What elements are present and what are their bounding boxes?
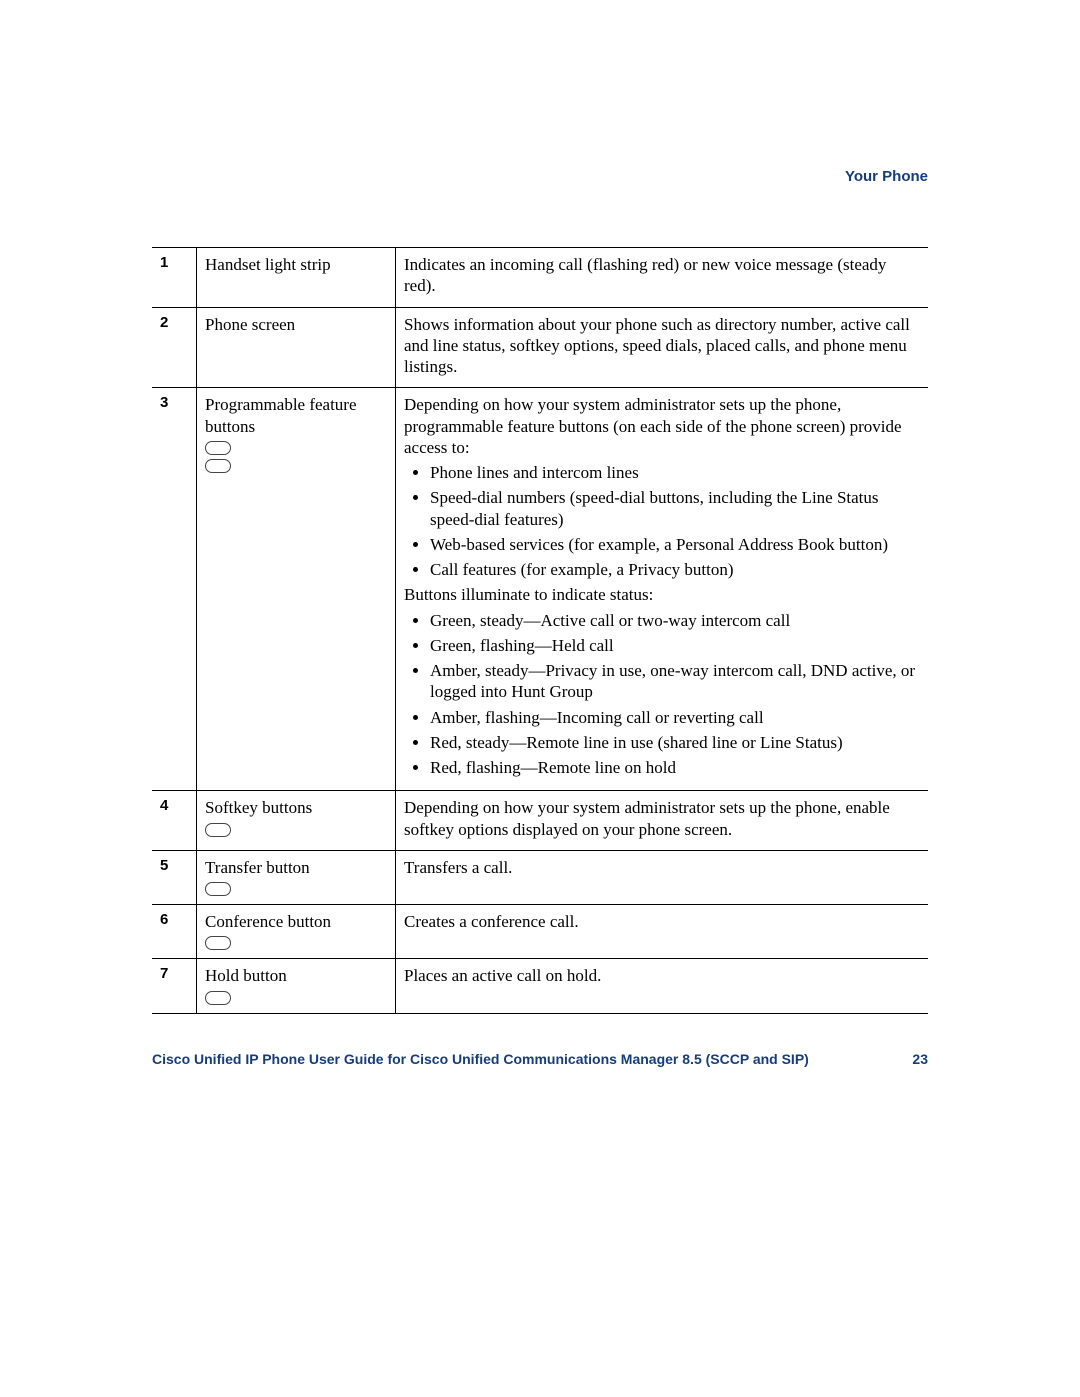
- row-number: 2: [152, 307, 197, 388]
- footer-page-number: 23: [912, 1051, 928, 1067]
- button-pill-icon: [205, 823, 231, 837]
- button-pill-icon: [205, 936, 231, 950]
- table-row: 7Hold buttonPlaces an active call on hol…: [152, 959, 928, 1013]
- table-row: 5Transfer buttonTransfers a call.: [152, 850, 928, 904]
- row-number: 1: [152, 248, 197, 308]
- row-feature-name: Hold button: [197, 959, 396, 1013]
- button-pill-icon: [205, 459, 231, 473]
- row-feature-name: Softkey buttons: [197, 791, 396, 851]
- row-feature-name: Conference button: [197, 905, 396, 959]
- row-description: Depending on how your system administrat…: [396, 388, 929, 791]
- row-description: Depending on how your system administrat…: [396, 791, 929, 851]
- footer-title: Cisco Unified IP Phone User Guide for Ci…: [152, 1051, 809, 1067]
- row-feature-name: Programmable feature buttons: [197, 388, 396, 791]
- list-item: Call features (for example, a Privacy bu…: [430, 559, 920, 580]
- row-number: 3: [152, 388, 197, 791]
- row-number: 6: [152, 905, 197, 959]
- row-feature-name: Handset light strip: [197, 248, 396, 308]
- list-item: Speed-dial numbers (speed-dial buttons, …: [430, 487, 920, 530]
- page-footer: Cisco Unified IP Phone User Guide for Ci…: [152, 1051, 928, 1067]
- list-item: Amber, steady—Privacy in use, one-way in…: [430, 660, 920, 703]
- row-description: Creates a conference call.: [396, 905, 929, 959]
- list-item: Green, flashing—Held call: [430, 635, 920, 656]
- table-row: 1Handset light stripIndicates an incomin…: [152, 248, 928, 308]
- row-feature-name: Transfer button: [197, 850, 396, 904]
- list-item: Web-based services (for example, a Perso…: [430, 534, 920, 555]
- row-description: Places an active call on hold.: [396, 959, 929, 1013]
- section-header: Your Phone: [845, 168, 928, 185]
- row-description: Indicates an incoming call (flashing red…: [396, 248, 929, 308]
- row-feature-name: Phone screen: [197, 307, 396, 388]
- row-number: 4: [152, 791, 197, 851]
- row-number: 5: [152, 850, 197, 904]
- feature-table: 1Handset light stripIndicates an incomin…: [152, 247, 928, 1014]
- button-pill-icon: [205, 441, 231, 455]
- table-row: 6Conference buttonCreates a conference c…: [152, 905, 928, 959]
- row-number: 7: [152, 959, 197, 1013]
- table-row: 4Softkey buttonsDepending on how your sy…: [152, 791, 928, 851]
- list-item: Phone lines and intercom lines: [430, 462, 920, 483]
- row-description: Transfers a call.: [396, 850, 929, 904]
- button-pill-icon: [205, 882, 231, 896]
- list-item: Amber, flashing—Incoming call or reverti…: [430, 707, 920, 728]
- list-item: Red, flashing—Remote line on hold: [430, 757, 920, 778]
- button-pill-icon: [205, 991, 231, 1005]
- row-description: Shows information about your phone such …: [396, 307, 929, 388]
- list-item: Red, steady—Remote line in use (shared l…: [430, 732, 920, 753]
- list-item: Green, steady—Active call or two-way int…: [430, 610, 920, 631]
- table-row: 3Programmable feature buttonsDepending o…: [152, 388, 928, 791]
- table-row: 2Phone screenShows information about you…: [152, 307, 928, 388]
